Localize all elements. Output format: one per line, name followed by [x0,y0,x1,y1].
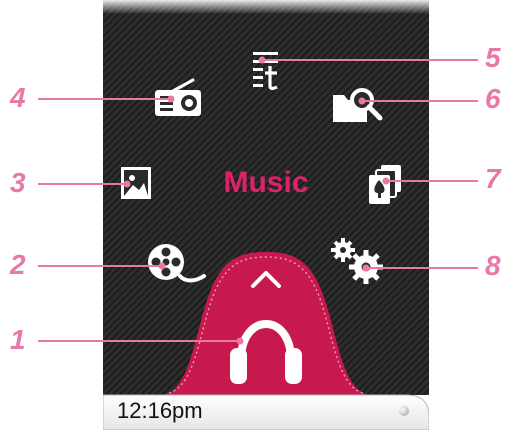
callout-4: 4 [10,82,26,113]
callout-8: 8 [485,250,501,281]
status-indicator [399,406,409,416]
callout-6: 6 [485,83,501,114]
callout-5: 5 [485,42,501,73]
clock: 12:16pm [117,398,203,423]
screen-title: Music [223,166,309,199]
callout-1: 1 [10,324,26,355]
callout-7: 7 [485,163,501,194]
callout-3: 3 [10,167,26,198]
callout-2: 2 [10,249,26,280]
status-bar: 12:16pm [103,392,429,430]
callout-lines [38,56,478,345]
